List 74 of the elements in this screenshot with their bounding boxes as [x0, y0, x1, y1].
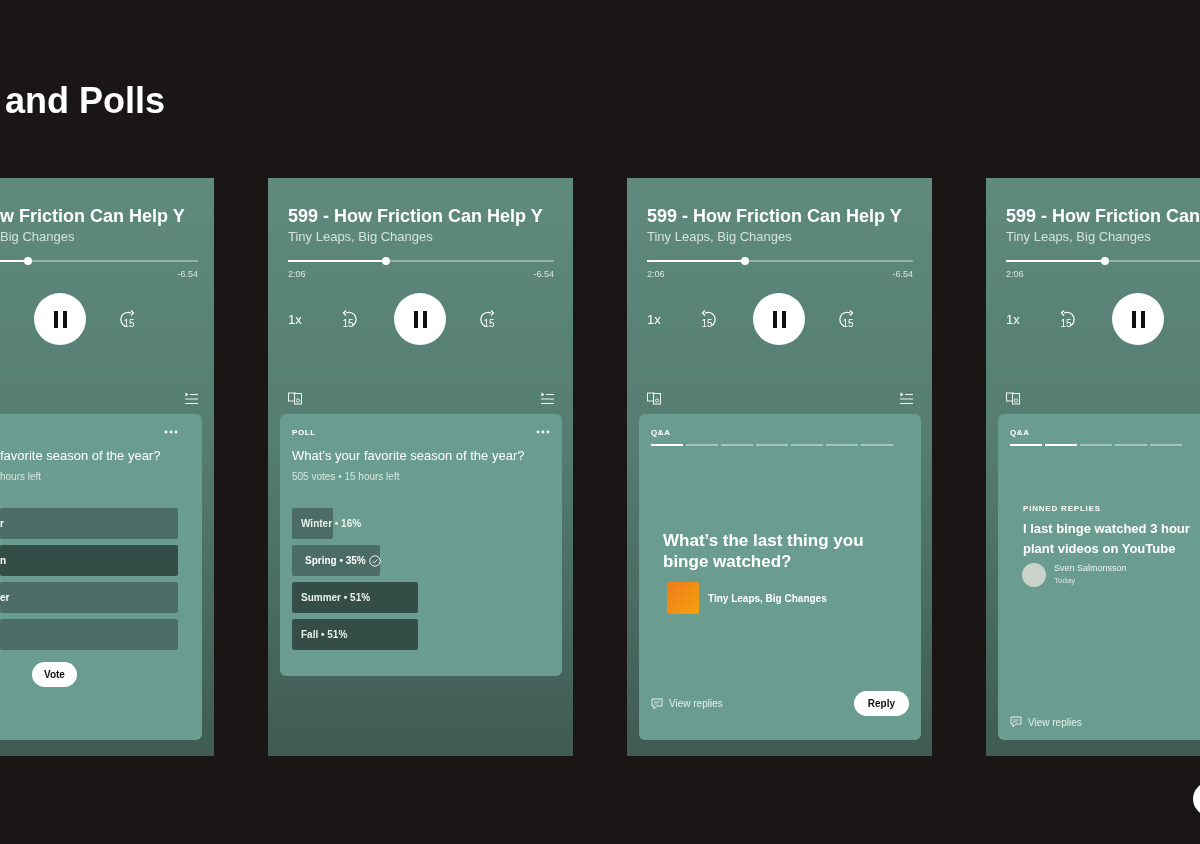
- slide-heading: and Polls: [5, 80, 166, 122]
- queue-icon: [900, 391, 913, 405]
- poll-question: favorite season of the year?: [0, 448, 162, 463]
- poll-question: What’s your favorite season of the year?: [292, 448, 526, 463]
- pause-button[interactable]: [753, 293, 805, 345]
- speed-button[interactable]: 1x: [288, 311, 302, 327]
- poll-option[interactable]: n: [0, 545, 178, 576]
- cover-art: [667, 582, 699, 614]
- queue-button[interactable]: [900, 391, 913, 405]
- card-label: Q&A: [651, 427, 671, 437]
- author-name: Sven Salmonsson: [1054, 563, 1127, 573]
- queue-button[interactable]: [541, 391, 554, 405]
- episode-title: 599 - How Friction Can Help Y: [288, 205, 544, 227]
- episode-title: w Friction Can Help Y: [0, 205, 186, 227]
- remaining-time: -6.54: [177, 269, 198, 280]
- show-name: Tiny Leaps, Big Changes: [288, 229, 434, 244]
- poll-meta: hours left: [0, 471, 43, 482]
- devices-icon: [647, 391, 662, 405]
- show-name: Tiny Leaps, Big Changes: [1006, 229, 1152, 244]
- elapsed-time: 2:06: [1006, 269, 1024, 280]
- devices-button[interactable]: [288, 391, 303, 405]
- skip-forward-button[interactable]: 15: [837, 309, 859, 329]
- show-name: Tiny Leaps, Big Changes: [708, 592, 827, 604]
- more-button[interactable]: [164, 430, 178, 434]
- queue-icon: [185, 391, 198, 405]
- vote-button[interactable]: Vote: [32, 662, 77, 687]
- result-label: Spring • 35%: [305, 555, 366, 566]
- pause-button[interactable]: [1112, 293, 1164, 345]
- devices-icon: [288, 391, 303, 405]
- pause-button[interactable]: [394, 293, 446, 345]
- result-label: Summer • 51%: [301, 592, 371, 603]
- skip-back-button[interactable]: 15: [696, 309, 718, 329]
- devices-button[interactable]: [647, 391, 662, 405]
- elapsed-time: 2:06: [288, 269, 306, 280]
- progress-thumb[interactable]: [741, 257, 750, 265]
- progress-thumb[interactable]: [382, 257, 391, 265]
- pinned-reply: I last binge watched 3 hour plant videos on YouTube: [1023, 520, 1191, 558]
- progress-thumb[interactable]: [1100, 257, 1109, 265]
- devices-button[interactable]: [1006, 391, 1021, 405]
- pause-button[interactable]: [34, 293, 86, 345]
- poll-option[interactable]: er: [0, 582, 178, 613]
- queue-button[interactable]: [185, 391, 198, 405]
- skip-forward-button[interactable]: 15: [118, 309, 140, 329]
- speed-button[interactable]: 1x: [647, 311, 661, 327]
- devices-icon: [1006, 391, 1021, 405]
- comment-icon: [1010, 716, 1022, 728]
- more-button[interactable]: [536, 430, 550, 434]
- episode-title: 599 - How Friction Can Help Y: [647, 205, 903, 227]
- card-label: Q&A: [1010, 427, 1030, 437]
- skip-back-button[interactable]: 15: [1055, 309, 1077, 329]
- avatar: [1022, 563, 1046, 587]
- view-replies-link[interactable]: View replies: [651, 697, 723, 710]
- reply-time: Today: [1054, 576, 1077, 585]
- skip-back-button[interactable]: 15: [337, 309, 359, 329]
- progress-thumb[interactable]: [23, 257, 32, 265]
- qa-question: What’s the last thing you binge watched?: [663, 530, 865, 572]
- speed-button[interactable]: 1x: [1006, 311, 1020, 327]
- show-name: Tiny Leaps, Big Changes: [647, 229, 793, 244]
- comment-icon: [651, 697, 663, 710]
- episode-title: 599 - How Friction Can: [1006, 205, 1200, 227]
- view-replies-link[interactable]: View replies: [1010, 716, 1082, 728]
- result-label: Fall • 51%: [301, 629, 348, 640]
- elapsed-time: 2:06: [647, 269, 665, 280]
- show-name: Big Changes: [0, 229, 76, 244]
- poll-meta: 505 votes • 15 hours left: [292, 471, 401, 482]
- result-label: Winter • 16%: [301, 518, 362, 529]
- card-label: POLL: [292, 427, 316, 437]
- section-label: PINNED REPLIES: [1023, 504, 1102, 513]
- remaining-time: -6.54: [533, 269, 554, 280]
- skip-forward-button[interactable]: 15: [478, 309, 500, 329]
- reply-button[interactable]: Reply: [853, 691, 909, 716]
- remaining-time: -6.54: [892, 269, 913, 280]
- poll-option[interactable]: r: [0, 508, 178, 539]
- queue-icon: [541, 391, 554, 405]
